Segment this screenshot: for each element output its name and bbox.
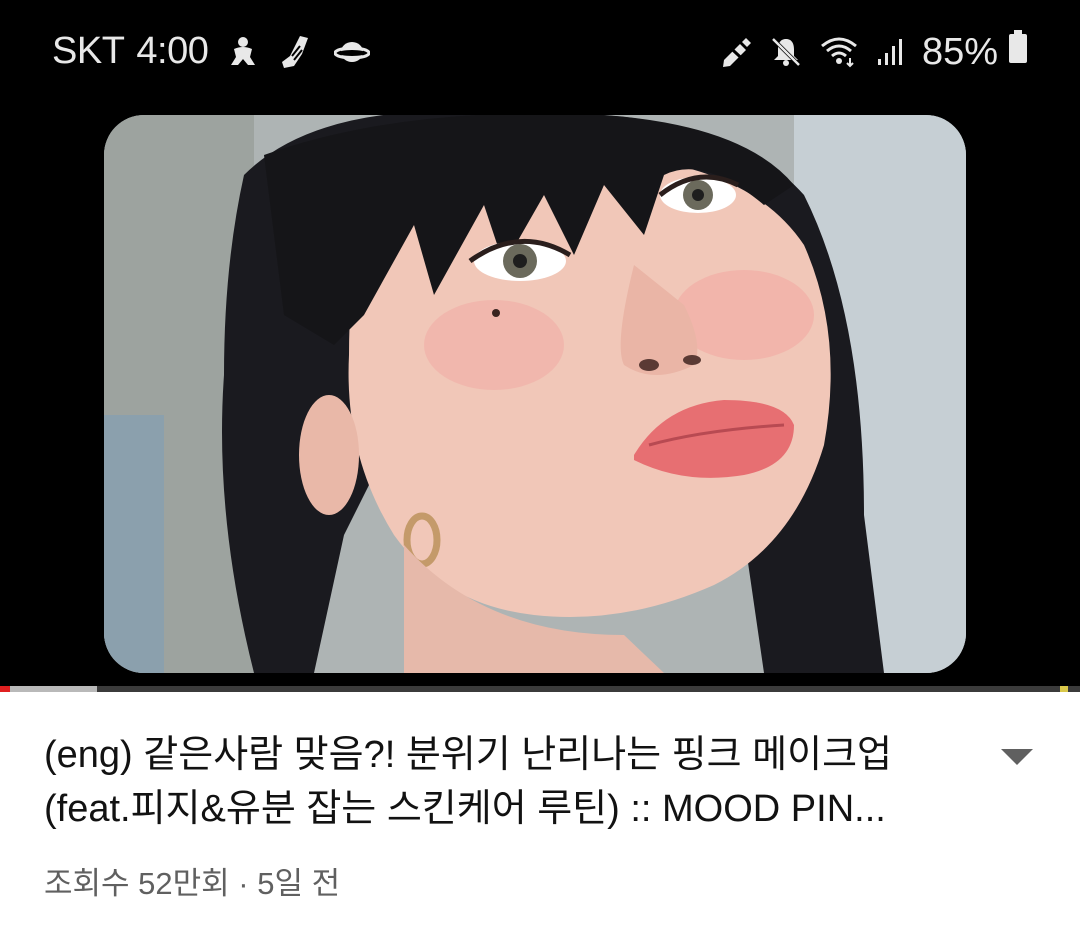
notification-planet-icon <box>334 38 371 66</box>
signal-icon <box>876 37 906 67</box>
notification-sneaker-icon <box>280 34 312 70</box>
pencil-icon <box>720 36 752 68</box>
status-left: SKT 4:00 <box>52 30 392 73</box>
carrier-label: SKT <box>52 30 125 72</box>
status-bar: SKT 4:00 85% <box>0 0 1080 105</box>
mute-icon <box>770 36 802 68</box>
video-info: (eng) 같은사람 맞음?! 분위기 난리나는 핑크 메이크업 (feat.피… <box>0 692 1080 932</box>
wifi-icon <box>820 36 858 68</box>
battery-icon <box>1008 30 1028 74</box>
notification-person-icon <box>228 35 258 69</box>
video-title[interactable]: (eng) 같은사람 맞음?! 분위기 난리나는 핑크 메이크업 (feat.피… <box>44 728 944 836</box>
video-thumbnail[interactable] <box>104 115 966 673</box>
clock-time: 4:00 <box>136 30 209 72</box>
video-title-line-2: (feat.피지&유분 잡는 스킨케어 루틴) :: MOOD PIN... <box>44 788 886 830</box>
video-title-line-1: (eng) 같은사람 맞음?! 분위기 난리나는 핑크 메이크업 <box>44 734 892 776</box>
video-frame-image <box>104 115 966 673</box>
notification-icons <box>228 34 392 70</box>
status-right: 85% <box>702 30 1028 74</box>
video-meta: 조회수 52만회 · 5일 전 <box>44 866 341 901</box>
chevron-down-icon[interactable] <box>1000 746 1034 768</box>
battery-percent: 85% <box>921 30 998 73</box>
video-player[interactable] <box>0 105 1080 688</box>
